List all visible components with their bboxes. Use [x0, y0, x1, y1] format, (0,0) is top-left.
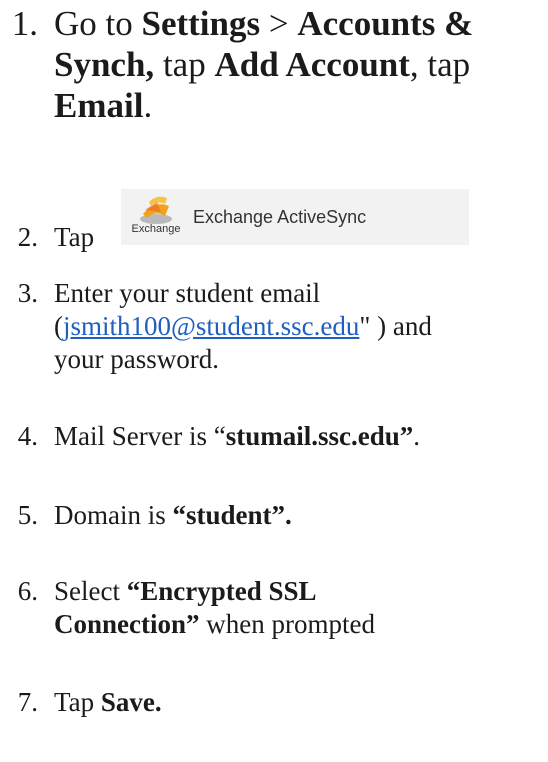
exchange-activesync-label: Exchange ActiveSync: [193, 206, 367, 227]
step-6-number: 6.: [17, 576, 38, 606]
step-3-text: Enter your student email (jsmith100@stud…: [54, 278, 432, 374]
step-1-number: 1.: [11, 4, 38, 43]
step-5-text: Domain is “student”.: [54, 500, 292, 530]
step-4-number: 4.: [17, 421, 38, 451]
exchange-logo-text: Exchange: [131, 223, 181, 235]
step-5-number: 5.: [17, 500, 38, 530]
step-6-text: Select “Encrypted SSL Connection” when p…: [54, 576, 375, 639]
step-7-number: 7.: [17, 687, 38, 717]
step-4-text: Mail Server is “stumail.ssc.edu”.: [54, 421, 420, 451]
student-email-link[interactable]: jsmith100@student.ssc.edu: [63, 311, 359, 341]
step-2-image-row: Exchange Exchange ActiveSync: [0, 189, 548, 247]
exchange-activesync-image: Exchange Exchange ActiveSync: [121, 189, 469, 245]
step-3-number: 3.: [17, 278, 38, 308]
exchange-logo-icon: Exchange: [129, 192, 183, 242]
step-7-text: Tap Save.: [54, 687, 162, 717]
step-1-text: Go to Settings > Accounts & Synch, tap A…: [54, 4, 474, 125]
